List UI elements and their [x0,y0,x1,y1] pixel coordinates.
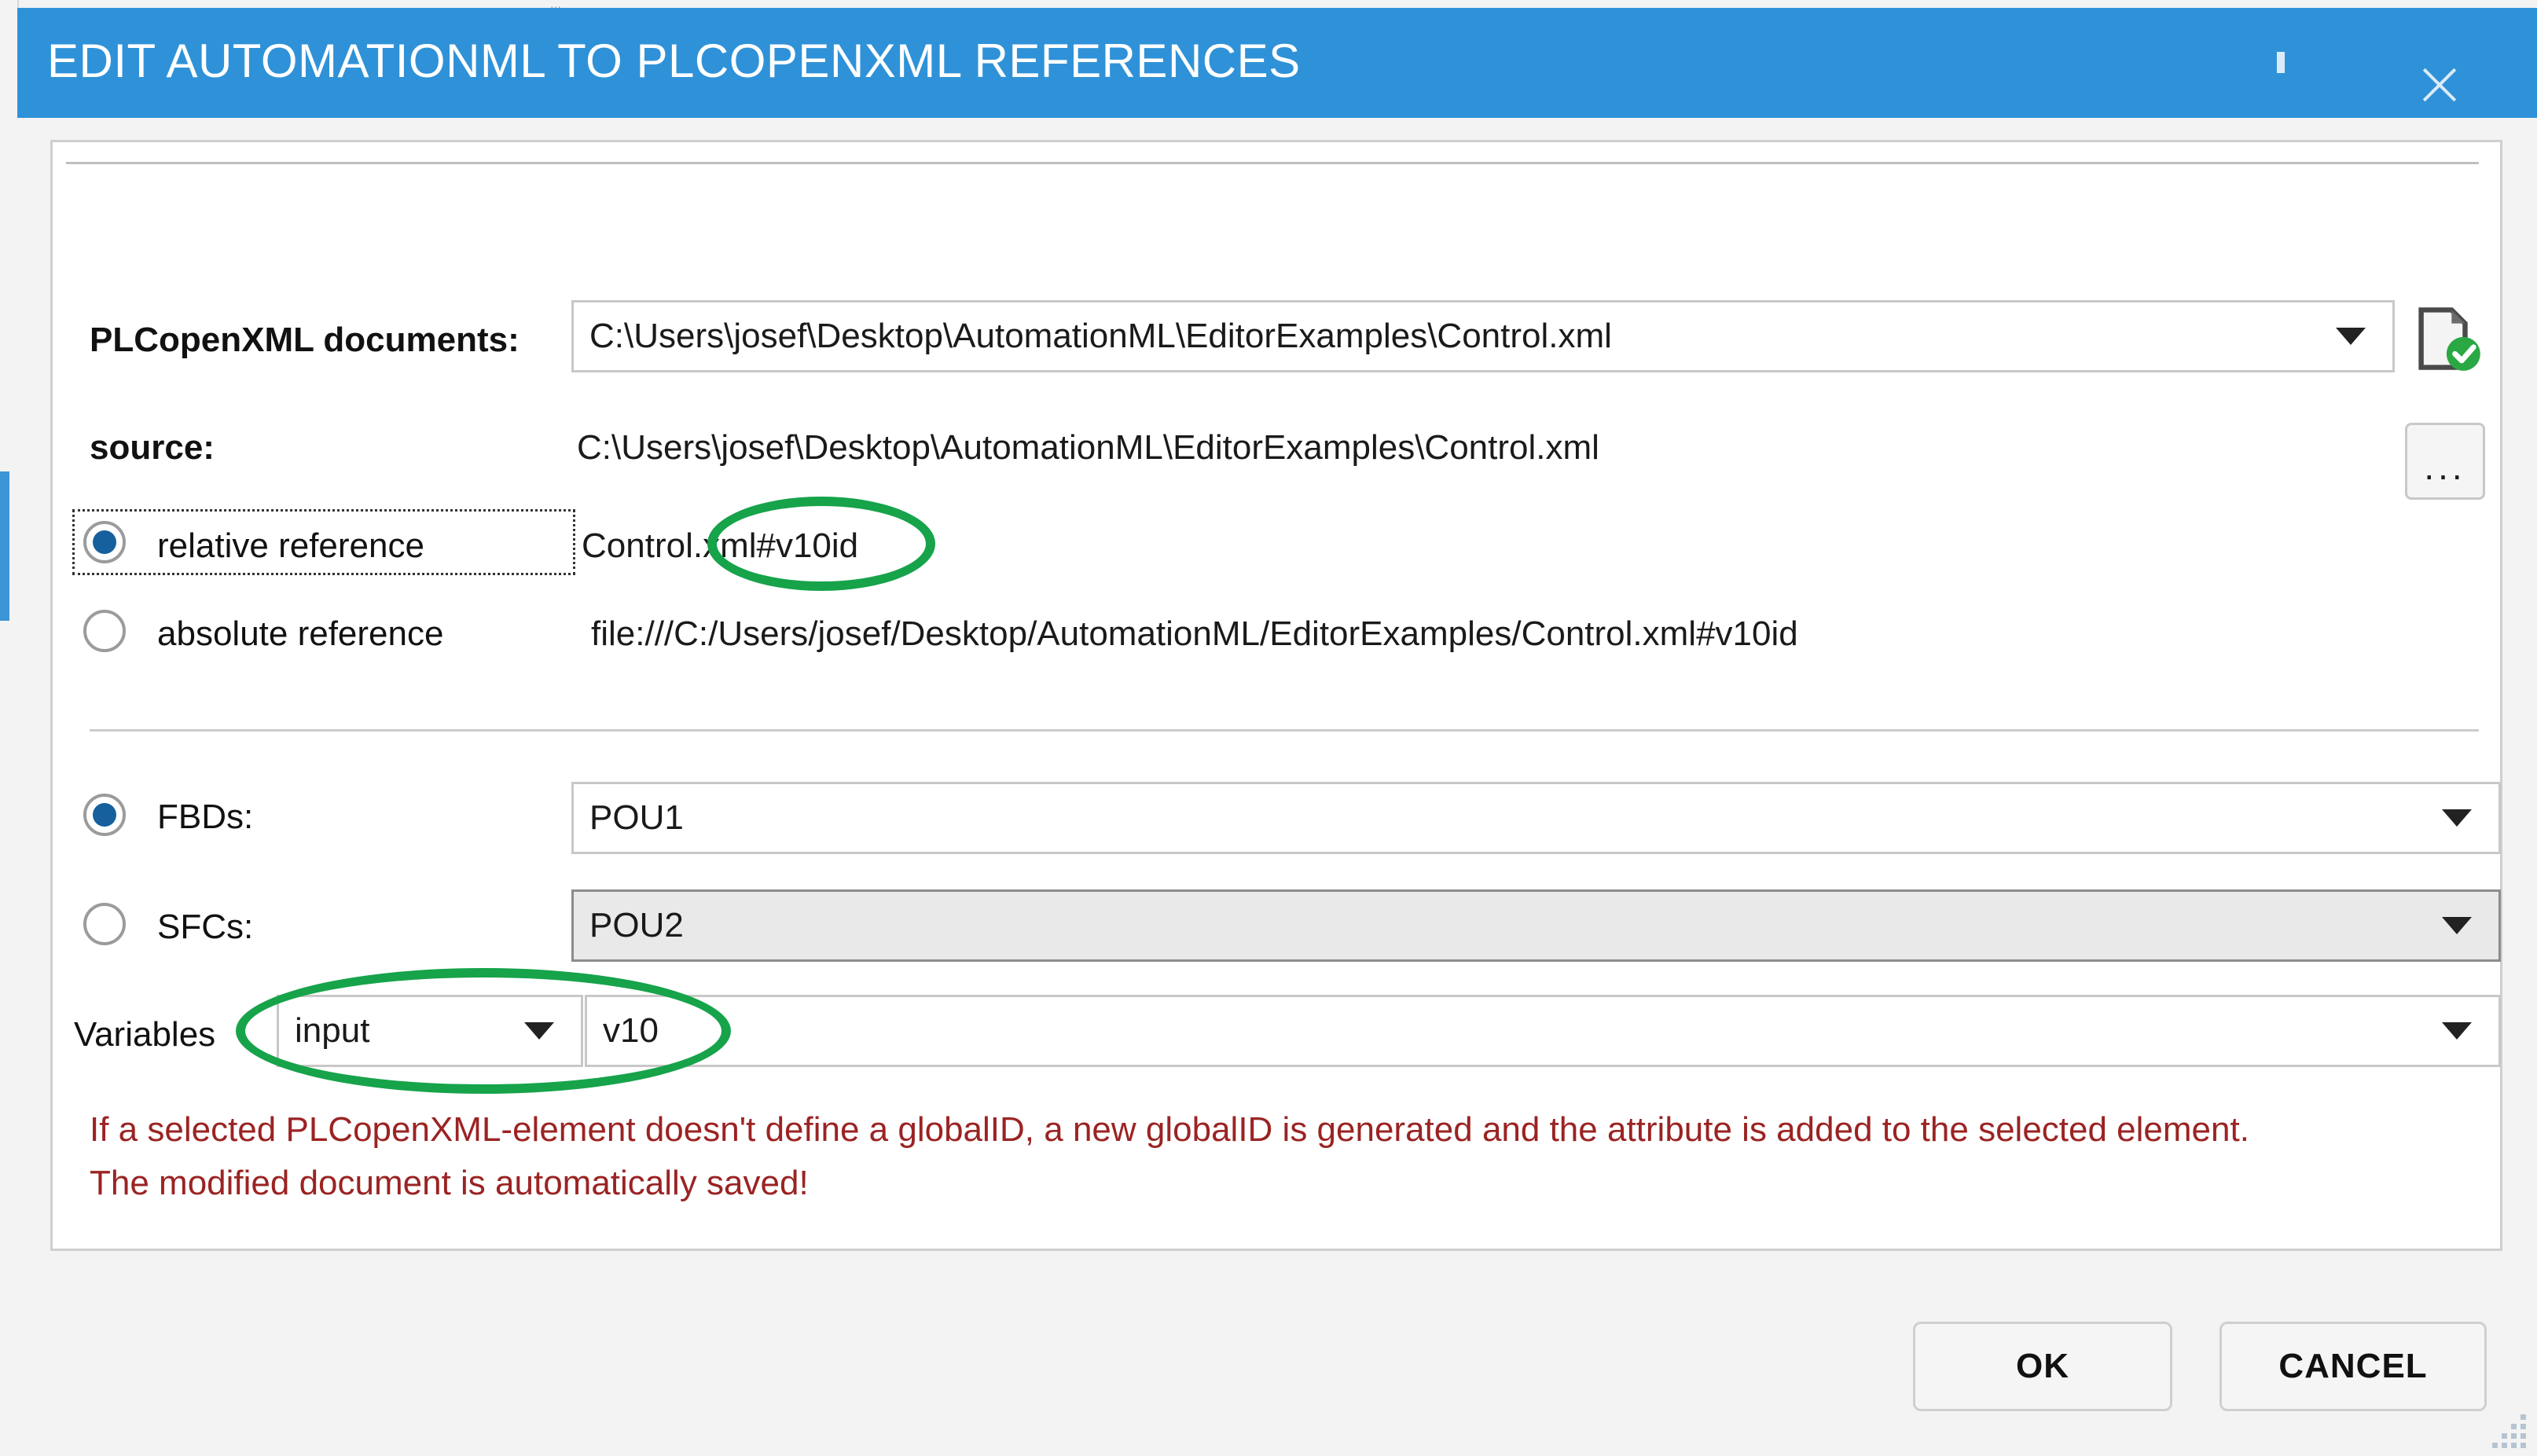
relative-reference-label: relative reference [157,526,424,566]
source-path-value: C:\Users\josef\Desktop\AutomationML\Edit… [577,428,1599,468]
resize-grip[interactable] [2479,1412,2526,1448]
minimize-button[interactable] [2076,8,2171,118]
absolute-reference-value: file:///C:/Users/josef/Desktop/Automatio… [591,614,1798,654]
ok-button-label: OK [2016,1347,2069,1386]
relative-reference-radio[interactable] [83,521,126,563]
fbds-combobox[interactable]: POU1 [571,782,2501,854]
close-button[interactable] [2391,8,2485,118]
sfcs-label: SFCs: [157,908,253,947]
fbds-radio[interactable] [83,794,126,836]
chevron-down-icon [2442,809,2472,827]
browse-source-button[interactable]: ... [2405,423,2485,500]
variables-direction-value: input [295,1011,369,1051]
maximize-button[interactable] [2234,8,2328,118]
document-valid-icon [2414,305,2482,376]
plcopenxml-documents-label: PLCopenXML documents: [90,321,520,360]
cancel-button[interactable]: CANCEL [2219,1322,2487,1411]
variables-label: Variables [74,1015,215,1054]
variables-direction-combobox[interactable]: input [277,995,583,1067]
sfcs-value: POU2 [589,906,684,945]
desktop-background-strip [0,0,2537,8]
absolute-reference-radio[interactable] [83,610,126,652]
screenshot-root: ··· EDIT AUTOMATIONML TO PLCOPENXML REFE… [0,0,2537,1456]
ellipsis-icon: ... [2424,460,2465,474]
ok-button[interactable]: OK [1913,1322,2172,1411]
edit-references-dialog: EDIT AUTOMATIONML TO PLCOPENXML REFERENC… [17,8,2537,1456]
plcopenxml-documents-combobox[interactable]: C:\Users\josef\Desktop\AutomationML\Edit… [571,300,2395,372]
chevron-down-icon [2442,917,2472,934]
variables-name-combobox[interactable]: v10 [585,995,2501,1067]
chevron-down-icon [524,1022,554,1040]
maximize-icon [2277,56,2285,70]
sfcs-combobox[interactable]: POU2 [571,889,2501,962]
sfcs-radio[interactable] [83,903,126,945]
cancel-button-label: CANCEL [2278,1347,2427,1386]
top-divider [66,162,2479,164]
relative-reference-value: Control.xml#v10id [582,526,858,566]
fbds-label: FBDs: [157,798,253,837]
dialog-title: EDIT AUTOMATIONML TO PLCOPENXML REFERENC… [47,34,1301,88]
absolute-reference-label: absolute reference [157,614,443,654]
background-window-edge [0,0,19,1456]
chevron-down-icon [2442,1022,2472,1040]
variables-name-value: v10 [603,1011,659,1051]
warning-text-line-1: If a selected PLCopenXML-element doesn't… [90,1108,2249,1152]
chevron-down-icon [2336,328,2366,345]
middle-divider [90,729,2479,732]
warning-text-line-2: The modified document is automatically s… [90,1161,809,1205]
plcopenxml-documents-value: C:\Users\josef\Desktop\AutomationML\Edit… [589,317,1612,356]
source-label: source: [90,428,215,468]
dialog-titlebar: EDIT AUTOMATIONML TO PLCOPENXML REFERENC… [17,8,2537,118]
fbds-value: POU1 [589,798,684,838]
background-scrollbar-thumb[interactable] [0,471,9,621]
